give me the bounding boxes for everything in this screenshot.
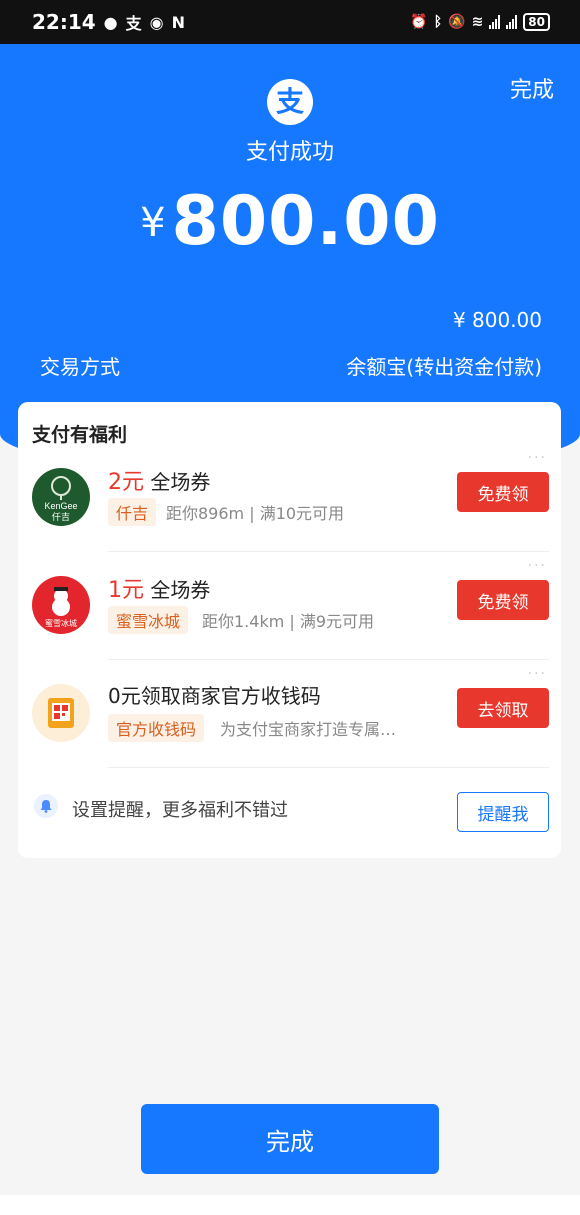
payment-success-title: 支付成功 [245, 140, 334, 165]
coupon-desc: 距你896m | 满10元可用 [166, 504, 345, 523]
coupon-row[interactable]: ··· 蜜雪冰城 1元 全场券 蜜雪冰城 距你1.4km | 满9元可用 免费领 [18, 552, 561, 660]
coupon-row[interactable]: ··· 0元领取商家官方收钱码 官方收钱码 为支付宝商家打造专属… 去领取 [18, 660, 561, 768]
claim-free-button[interactable]: 免费领 [457, 472, 549, 512]
merchant-tag: 官方收钱码 [108, 714, 205, 742]
coupon-desc: 为支付宝商家打造专属… [220, 720, 397, 739]
benefits-title: 支付有福利 [32, 424, 128, 446]
mute-icon: 🔕 [448, 14, 466, 30]
amount-value: 800.00 [171, 182, 440, 261]
mixue-logo-icon: 蜜雪冰城 [32, 576, 90, 634]
nfc-icon: N [171, 12, 186, 32]
alipay-logo-icon: 支 [267, 79, 313, 125]
kengee-logo-cn: 仟吉 [52, 511, 70, 523]
merchant-tag: 仟吉 [108, 498, 157, 526]
reminder-row: 设置提醒，更多福利不错过 提醒我 [18, 768, 561, 848]
coupon-desc: 距你1.4km | 满9元可用 [202, 612, 375, 631]
system-nav-bar [0, 1195, 580, 1215]
coupon-value: 1元 [108, 578, 144, 603]
battery-icon: 80 [523, 13, 550, 31]
more-icon[interactable]: ··· [528, 450, 547, 466]
signal-icon [489, 15, 501, 29]
signal-icon-2 [506, 15, 518, 29]
payment-amount: ¥800.00 [0, 182, 580, 261]
coupon-type: 全场券 [144, 470, 211, 494]
coupon-type: 0元领取商家官方收钱码 [108, 684, 321, 708]
eye-icon: ◉ [149, 12, 164, 32]
coupon-title: 2元 全场券 [108, 464, 210, 496]
more-icon[interactable]: ··· [528, 666, 547, 682]
reminder-text: 设置提醒，更多福利不错过 [72, 800, 288, 821]
coupon-value: 2元 [108, 470, 144, 495]
done-button[interactable]: 完成 [141, 1104, 439, 1174]
done-top-button[interactable]: 完成 [510, 72, 554, 104]
alarm-icon: ⏰ [410, 14, 428, 30]
bluetooth-icon: ᛒ [433, 14, 443, 30]
qr-code-icon [32, 684, 90, 742]
coupon-title: 0元领取商家官方收钱码 [108, 680, 321, 709]
claim-free-button[interactable]: 免费领 [457, 580, 549, 620]
coupon-title: 1元 全场券 [108, 572, 210, 604]
remind-me-button[interactable]: 提醒我 [457, 792, 549, 832]
currency-symbol: ¥ [140, 200, 166, 246]
bell-icon [34, 794, 58, 818]
logo-char: 支 [275, 85, 304, 118]
coupon-row[interactable]: ··· KenGee 仟吉 2元 全场券 仟吉 距你896m | 满10元可用 … [18, 444, 561, 552]
method-amount: ¥ 800.00 [452, 308, 542, 332]
mixue-logo-text: 蜜雪冰城 [45, 618, 77, 628]
payment-method-label: 交易方式 [40, 355, 120, 379]
wifi-icon: ≋ [471, 14, 484, 30]
coupon-type: 全场券 [144, 578, 211, 602]
benefits-card: 支付有福利 ··· KenGee 仟吉 2元 全场券 仟吉 距你896m | 满… [18, 402, 561, 858]
merchant-tag: 蜜雪冰城 [108, 606, 189, 634]
alipay-small-icon: 支 [125, 14, 142, 33]
kengee-logo-icon: KenGee 仟吉 [32, 468, 90, 526]
more-icon[interactable]: ··· [528, 558, 547, 574]
status-bar: 22:14 ● 支 ◉ N ⏰ ᛒ 🔕 ≋ 80 [0, 0, 580, 44]
claim-button[interactable]: 去领取 [457, 688, 549, 728]
kengee-logo-text: KenGee [44, 501, 77, 511]
wechat-icon: ● [103, 12, 118, 32]
status-time: 22:14 [32, 10, 96, 34]
payment-method-value: 余额宝(转出资金付款) [346, 355, 542, 379]
